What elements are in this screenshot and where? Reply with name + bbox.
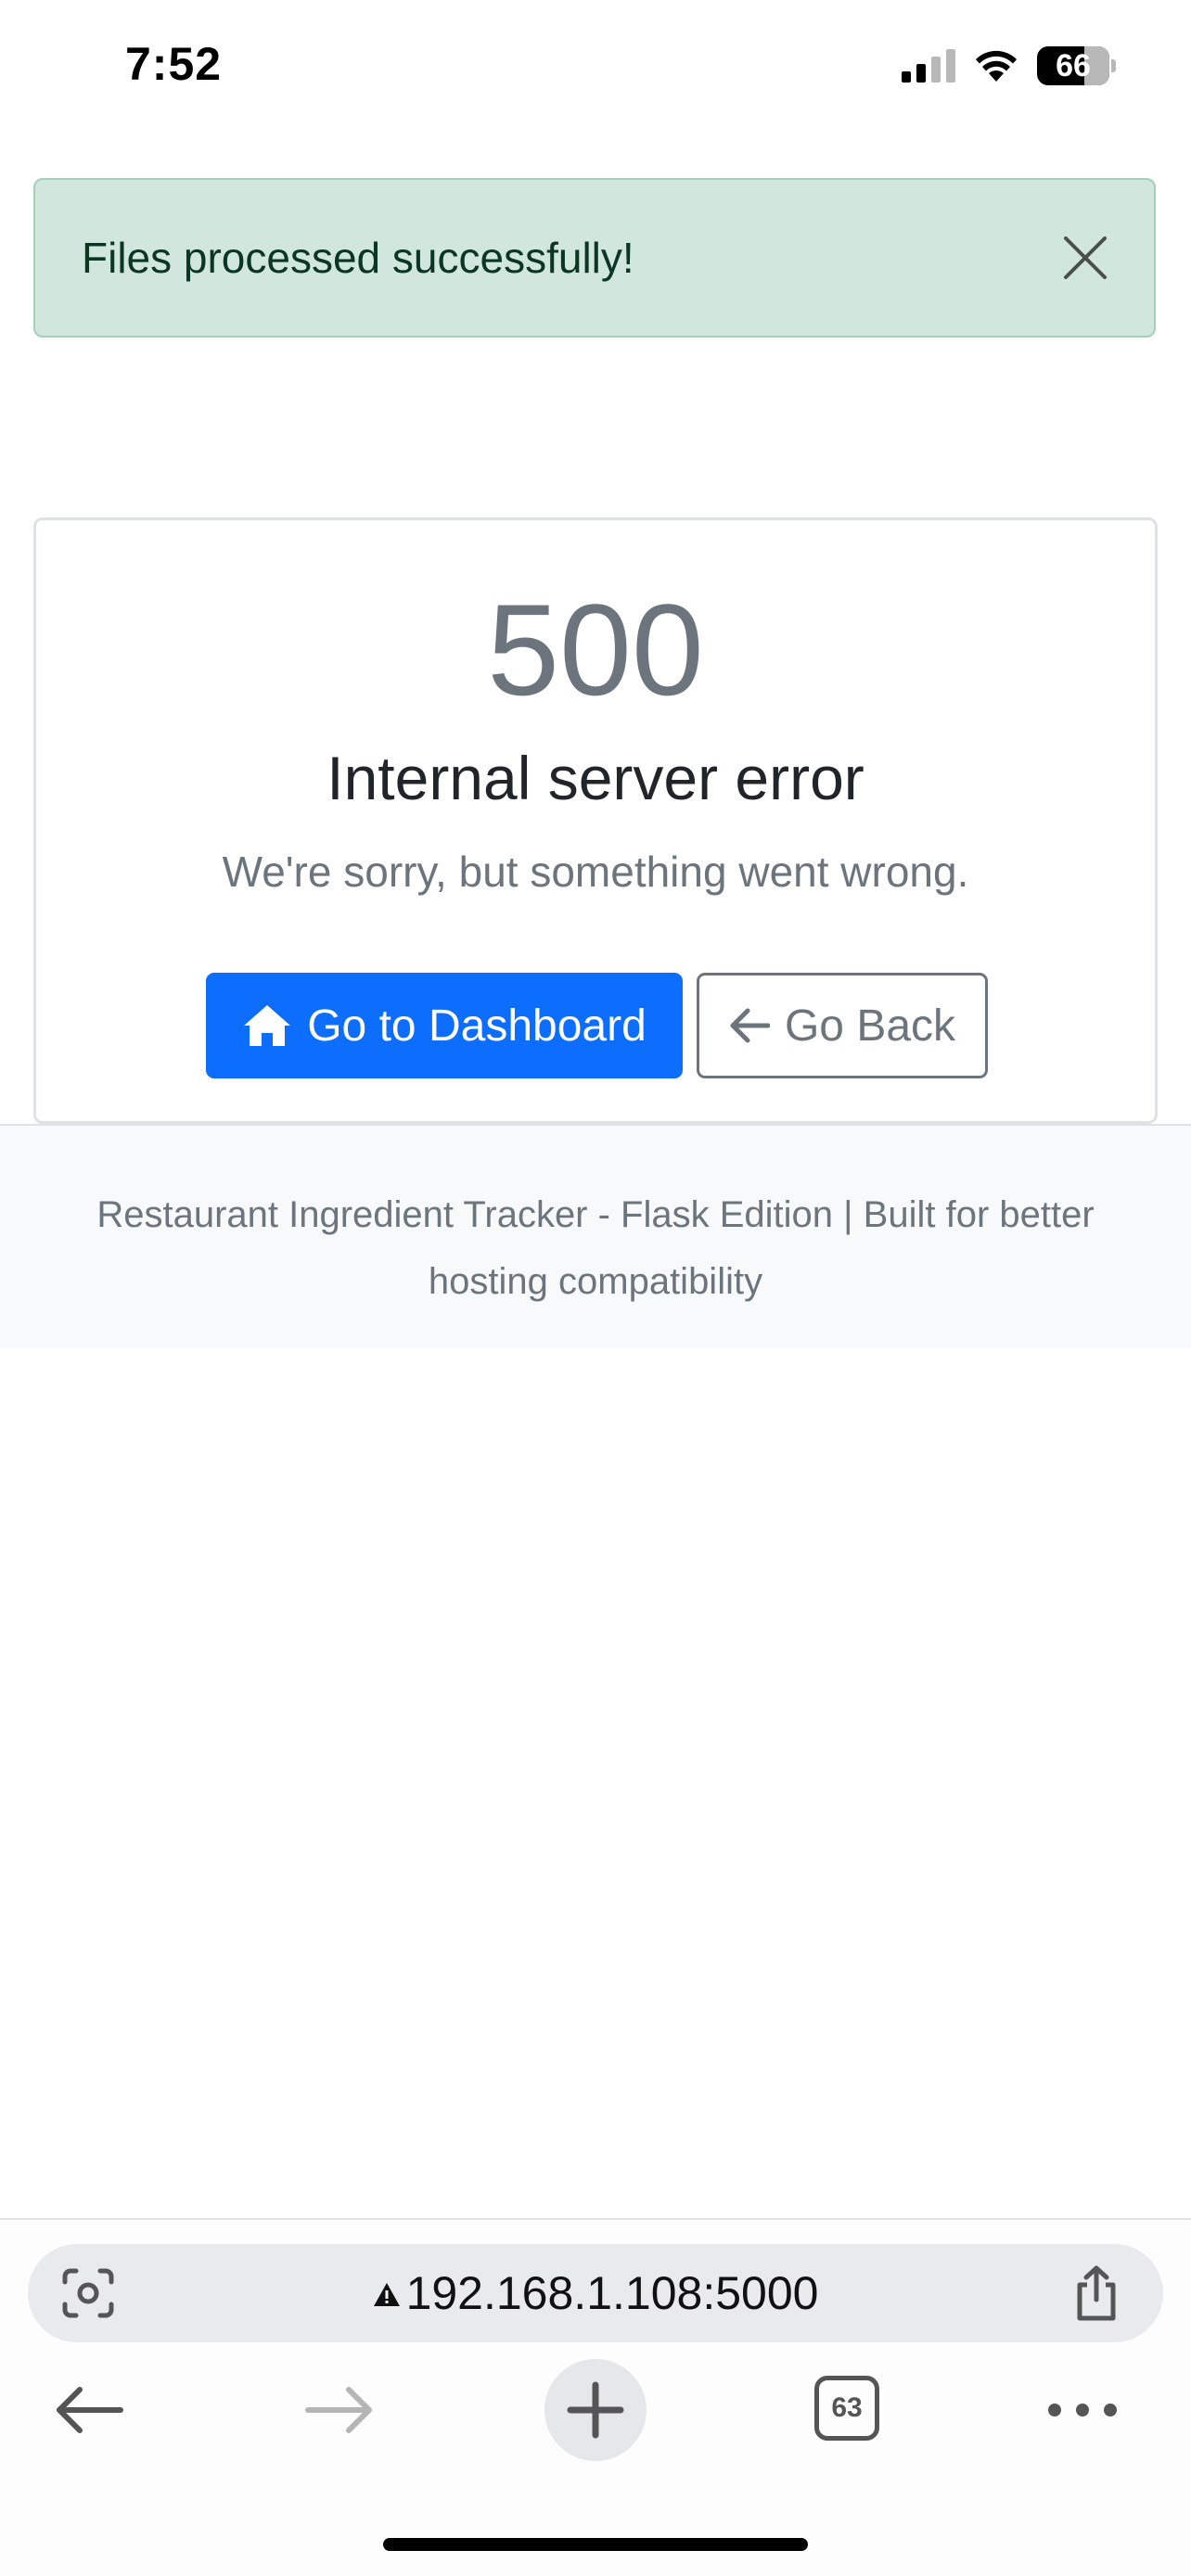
error-message: We're sorry, but something went wrong. (222, 848, 969, 896)
close-icon[interactable] (1062, 235, 1108, 281)
battery-cap (1111, 59, 1116, 72)
more-icon[interactable] (1031, 2359, 1133, 2461)
plus-icon (567, 2381, 624, 2439)
browser-nav-row: 63 (0, 2359, 1191, 2470)
go-back-label: Go Back (784, 1001, 956, 1051)
battery-icon: 66 (1037, 46, 1116, 85)
battery-level: 66 (1056, 48, 1091, 83)
error-card: 500 Internal server error We're sorry, b… (33, 517, 1158, 1124)
go-to-dashboard-button[interactable]: Go to Dashboard (206, 973, 683, 1078)
go-back-button[interactable]: Go Back (697, 973, 988, 1078)
tabs-icon[interactable]: 63 (798, 2359, 900, 2461)
page-footer: Restaurant Ingredient Tracker - Flask Ed… (0, 1124, 1191, 1348)
address-bar[interactable]: 192.168.1.108:5000 (28, 2244, 1163, 2342)
footer-text: Restaurant Ingredient Tracker - Flask Ed… (96, 1194, 1095, 1302)
url-text: 192.168.1.108:5000 (405, 2267, 819, 2319)
warning-icon (373, 2283, 400, 2306)
share-icon[interactable] (1072, 2264, 1121, 2322)
home-indicator (383, 2538, 808, 2551)
forward-arrow-icon[interactable] (289, 2359, 391, 2461)
home-icon (244, 1005, 291, 1046)
go-to-dashboard-label: Go to Dashboard (307, 1001, 647, 1051)
error-title: Internal server error (327, 744, 864, 812)
tab-count: 63 (814, 2376, 879, 2441)
url-display: 192.168.1.108:5000 (28, 2244, 1163, 2342)
alert-message: Files processed successfully! (82, 234, 634, 282)
error-code: 500 (487, 577, 704, 722)
battery-body: 66 (1037, 46, 1109, 85)
browser-toolbar: 192.168.1.108:5000 63 (0, 2218, 1191, 2576)
new-tab-button[interactable] (544, 2359, 647, 2461)
status-time: 7:52 (125, 38, 223, 90)
status-bar: 7:52 66 (0, 0, 1191, 139)
success-alert: Files processed successfully! (33, 178, 1156, 338)
cellular-signal-icon (902, 49, 955, 83)
arrow-left-icon (730, 1008, 770, 1043)
back-arrow-icon[interactable] (37, 2359, 139, 2461)
wifi-icon (976, 50, 1017, 82)
